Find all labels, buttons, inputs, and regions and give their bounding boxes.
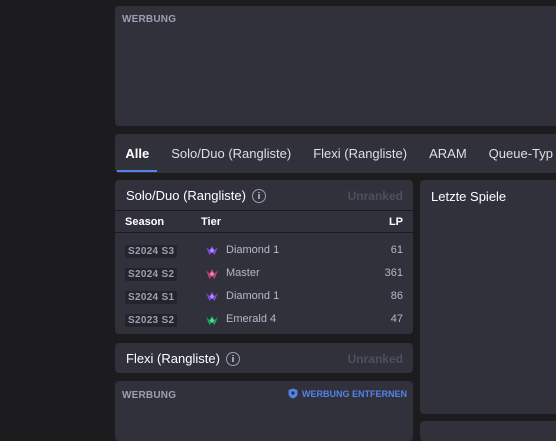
season-badge: S2024 S3 [125, 245, 178, 258]
season-badge: S2023 S2 [125, 314, 178, 327]
emerald-emblem-icon [206, 316, 218, 325]
solo-duo-rank-panel: Solo/Duo (Rangliste) Unranked Season Tie… [115, 180, 413, 334]
column-season: Season [125, 216, 165, 228]
rank-status: Unranked [347, 352, 403, 366]
recent-games-title: Letzte Spiele [431, 189, 507, 204]
solo-duo-title: Solo/Duo (Rangliste) [126, 188, 246, 203]
season-badge: S2024 S2 [125, 268, 178, 281]
panel-title: Solo/Duo (Rangliste) [126, 188, 266, 203]
tab-queue-type[interactable]: Queue-Typ [489, 134, 553, 173]
season-row: S2024 S2 Master 361 [115, 264, 413, 286]
lp-value: 86 [390, 290, 403, 302]
shield-icon [288, 388, 298, 399]
ad-banner-top: WERBUNG [115, 6, 556, 126]
tier-name: Emerald 4 [226, 313, 277, 325]
master-emblem-icon [206, 269, 218, 279]
season-row: S2024 S1 Diamond 1 86 [115, 287, 413, 309]
flex-title: Flexi (Rangliste) [126, 351, 220, 366]
tier-name: Diamond 1 [226, 290, 280, 302]
info-icon[interactable] [251, 188, 266, 203]
lp-value: 47 [390, 313, 403, 325]
tab-solo-duo[interactable]: Solo/Duo (Rangliste) [171, 134, 291, 173]
lp-value: 61 [390, 244, 403, 256]
column-lp: LP [388, 216, 403, 228]
remove-ads-label: WERBUNG ENTFERNEN [302, 388, 407, 399]
lp-value: 361 [384, 267, 403, 279]
remove-ads-link[interactable]: WERBUNG ENTFERNEN [288, 388, 407, 399]
divider [115, 232, 413, 233]
ad-label: WERBUNG [122, 14, 177, 25]
recent-games-panel: Letzte Spiele [420, 180, 556, 414]
info-icon[interactable] [225, 351, 240, 366]
recent-games-footer [420, 421, 556, 441]
diamond-emblem-icon [206, 292, 218, 301]
rank-status: Unranked [347, 189, 403, 203]
season-row: S2023 S2 Emerald 4 47 [115, 310, 413, 332]
season-badge: S2024 S1 [125, 291, 178, 304]
season-row: S2024 S3 Diamond 1 61 [115, 241, 413, 263]
panel-title: Flexi (Rangliste) [126, 351, 240, 366]
column-tier: Tier [201, 216, 221, 228]
diamond-emblem-icon [206, 246, 218, 255]
divider [115, 210, 413, 211]
ad-banner-bottom: WERBUNG WERBUNG ENTFERNEN [115, 381, 413, 441]
queue-tabs: Alle Solo/Duo (Rangliste) Flexi (Ranglis… [115, 134, 556, 173]
flex-rank-panel: Flexi (Rangliste) Unranked [115, 343, 413, 373]
tab-all[interactable]: Alle [117, 134, 158, 173]
tab-aram[interactable]: ARAM [429, 134, 467, 173]
tier-name: Master [226, 267, 260, 279]
tier-name: Diamond 1 [226, 244, 280, 256]
tab-flex[interactable]: Flexi (Rangliste) [313, 134, 407, 173]
ad-label: WERBUNG [122, 390, 177, 401]
